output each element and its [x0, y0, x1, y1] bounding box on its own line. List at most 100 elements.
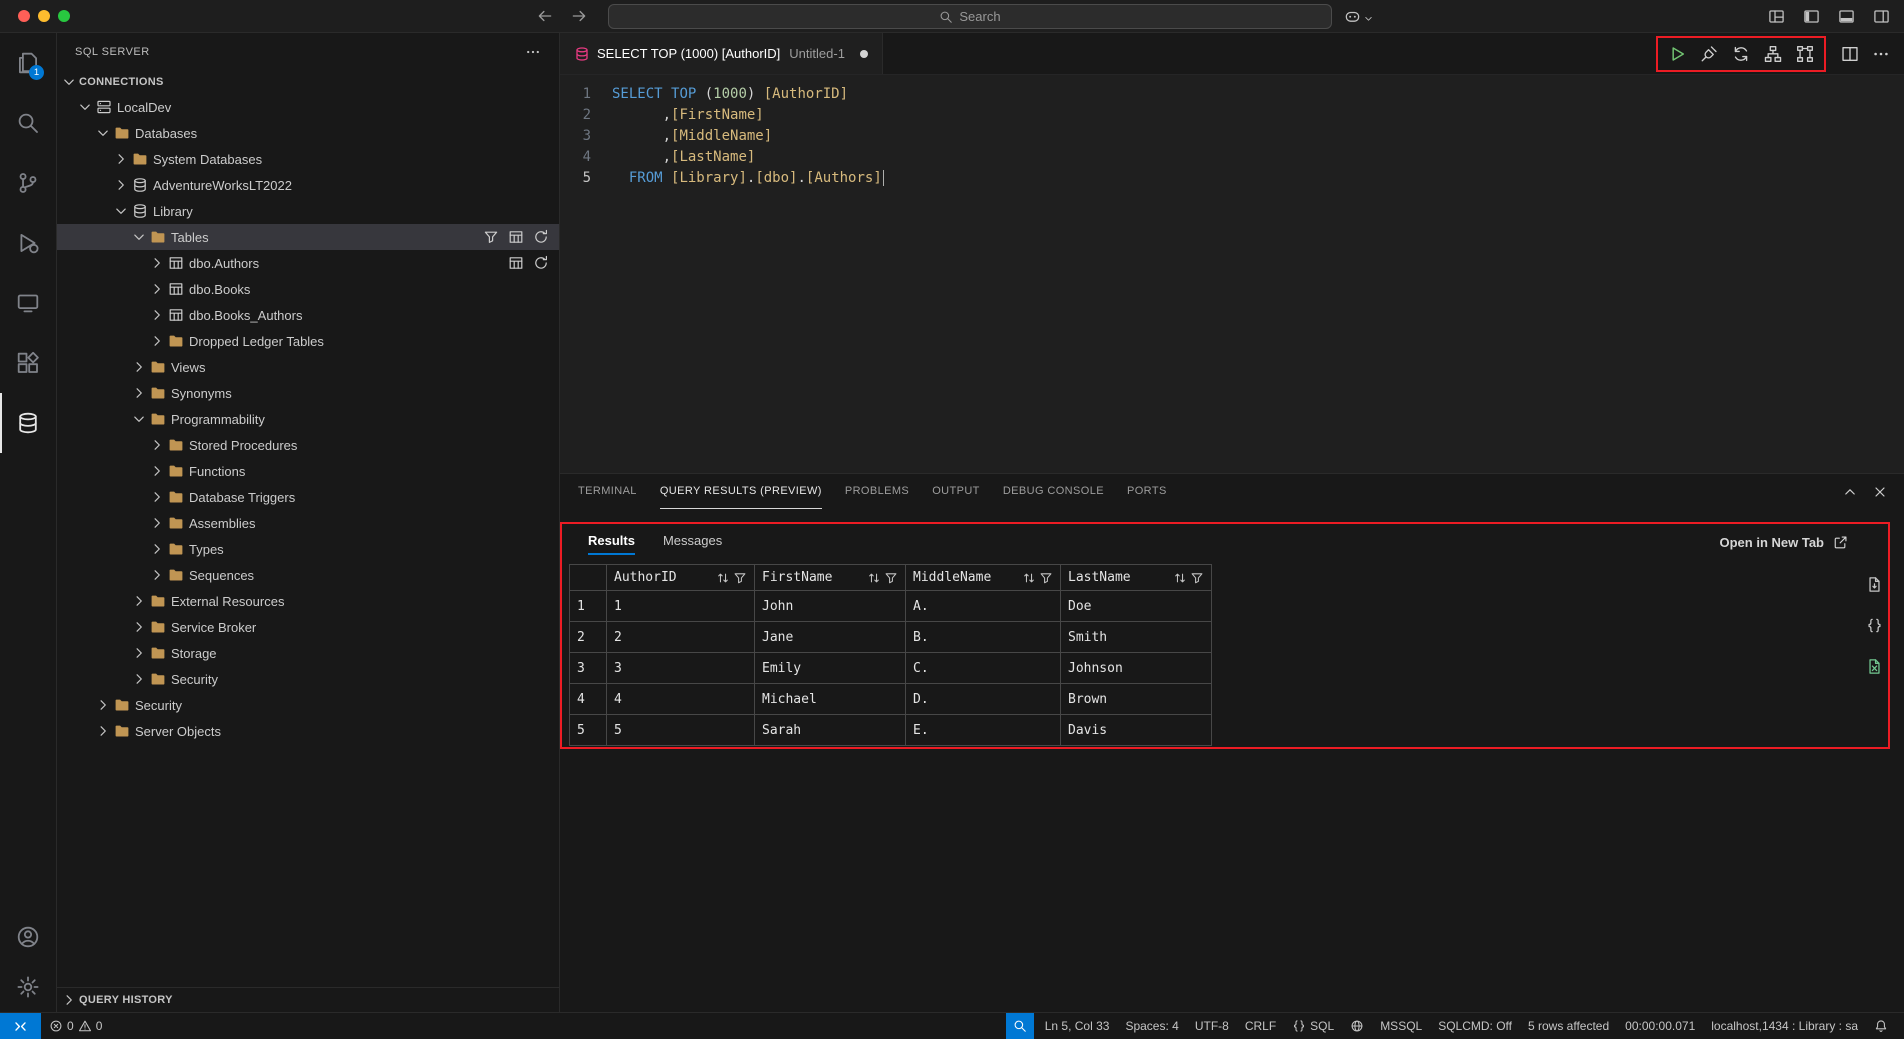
result-row[interactable]: 11JohnA.Doe [570, 591, 1212, 622]
layout-panel-icon[interactable] [1838, 8, 1855, 25]
row-number-cell[interactable]: 4 [570, 684, 607, 715]
activity-remote-explorer[interactable] [0, 273, 56, 333]
chevron-right-icon[interactable] [131, 619, 147, 635]
run-query-button[interactable] [1668, 45, 1686, 63]
tree-item-service-broker[interactable]: Service Broker [57, 614, 559, 640]
save-as-csv-button[interactable] [1866, 576, 1883, 598]
tree-item-databases[interactable]: Databases [57, 120, 559, 146]
tree-item-sequences[interactable]: Sequences [57, 562, 559, 588]
activity-extensions[interactable] [0, 333, 56, 393]
refresh-icon[interactable] [533, 229, 549, 245]
chevron-down-icon[interactable] [131, 411, 147, 427]
panel-tab-debug-console[interactable]: DEBUG CONSOLE [1003, 474, 1104, 509]
chevron-right-icon[interactable] [131, 645, 147, 661]
results-grid[interactable]: AuthorIDFirstNameMiddleNameLastName11Joh… [569, 564, 1212, 746]
filter-icon[interactable] [733, 571, 747, 585]
customize-layout-icon[interactable] [1768, 8, 1785, 25]
chevron-right-icon[interactable] [149, 333, 165, 349]
status-cursor-position[interactable]: Ln 5, Col 33 [1037, 1013, 1118, 1039]
data-cell[interactable]: Johnson [1061, 653, 1212, 684]
tree-item-dbo-authors[interactable]: dbo.Authors [57, 250, 559, 276]
sort-icon[interactable] [1022, 571, 1036, 585]
window-minimize-button[interactable] [38, 10, 50, 22]
tree-item-programmability[interactable]: Programmability [57, 406, 559, 432]
data-cell[interactable]: John [755, 591, 906, 622]
connections-section-header[interactable]: CONNECTIONS [57, 70, 559, 94]
status-connection[interactable]: localhost,1434 : Library : sa [1703, 1013, 1866, 1039]
data-cell[interactable]: Michael [755, 684, 906, 715]
tree-item-database-triggers[interactable]: Database Triggers [57, 484, 559, 510]
tree-item-types[interactable]: Types [57, 536, 559, 562]
tree-item-server-objects[interactable]: Server Objects [57, 718, 559, 744]
layout-sidebar-icon[interactable] [1803, 8, 1820, 25]
data-cell[interactable]: 3 [607, 653, 755, 684]
data-cell[interactable]: Doe [1061, 591, 1212, 622]
activity-run-debug[interactable] [0, 213, 56, 273]
chevron-right-icon[interactable] [113, 177, 129, 193]
code-line-3[interactable]: 3 ,[MiddleName] [560, 126, 1904, 147]
data-cell[interactable]: A. [906, 591, 1061, 622]
table-icon[interactable] [508, 229, 524, 245]
sort-icon[interactable] [716, 571, 730, 585]
row-number-cell[interactable]: 5 [570, 715, 607, 746]
chevron-right-icon[interactable] [149, 515, 165, 531]
split-editor-button[interactable] [1841, 45, 1859, 63]
chevron-up-icon[interactable] [1842, 484, 1858, 500]
filter-icon[interactable] [1039, 571, 1053, 585]
data-cell[interactable]: 4 [607, 684, 755, 715]
status-eol[interactable]: CRLF [1237, 1013, 1284, 1039]
column-header-lastname[interactable]: LastName [1061, 565, 1212, 591]
data-cell[interactable]: Brown [1061, 684, 1212, 715]
chevron-right-icon[interactable] [131, 385, 147, 401]
results-tab-results[interactable]: Results [588, 533, 635, 555]
activity-source-control[interactable] [0, 153, 56, 213]
remote-indicator[interactable] [0, 1013, 41, 1039]
window-close-button[interactable] [18, 10, 30, 22]
code-line-1[interactable]: 1SELECT TOP (1000) [AuthorID] [560, 84, 1904, 105]
column-header-middlename[interactable]: MiddleName [906, 565, 1061, 591]
tree-item-stored-procedures[interactable]: Stored Procedures [57, 432, 559, 458]
filter-icon[interactable] [483, 229, 499, 245]
row-number-cell[interactable]: 3 [570, 653, 607, 684]
more-actions-button[interactable] [1872, 45, 1890, 63]
activity-sql-server[interactable] [0, 393, 56, 453]
data-cell[interactable]: Emily [755, 653, 906, 684]
data-cell[interactable]: 5 [607, 715, 755, 746]
chevron-right-icon[interactable] [95, 723, 111, 739]
activity-explorer[interactable]: 1 [0, 33, 56, 93]
result-row[interactable]: 44MichaelD.Brown [570, 684, 1212, 715]
tree-item-dbo-books[interactable]: dbo.Books [57, 276, 559, 302]
save-as-json-button[interactable] [1866, 617, 1883, 639]
result-row[interactable]: 22JaneB.Smith [570, 622, 1212, 653]
chevron-down-icon[interactable] [131, 229, 147, 245]
status-zoom-indicator[interactable] [1006, 1013, 1034, 1039]
data-cell[interactable]: Smith [1061, 622, 1212, 653]
actual-plan-button[interactable] [1796, 45, 1814, 63]
data-cell[interactable]: C. [906, 653, 1061, 684]
tree-item-security[interactable]: Security [57, 666, 559, 692]
more-actions-icon[interactable] [525, 44, 541, 60]
status-query-time[interactable]: 00:00:00.071 [1617, 1013, 1703, 1039]
modified-indicator[interactable] [860, 50, 868, 58]
forward-icon[interactable] [570, 7, 588, 25]
data-cell[interactable]: E. [906, 715, 1061, 746]
sort-icon[interactable] [1173, 571, 1187, 585]
tree-item-external-resources[interactable]: External Resources [57, 588, 559, 614]
panel-tab-terminal[interactable]: TERMINAL [578, 474, 637, 509]
tree-item-assemblies[interactable]: Assemblies [57, 510, 559, 536]
status-notifications[interactable] [1866, 1013, 1896, 1039]
column-header-authorid[interactable]: AuthorID [607, 565, 755, 591]
table-icon[interactable] [508, 255, 524, 271]
tree-item-synonyms[interactable]: Synonyms [57, 380, 559, 406]
column-header-firstname[interactable]: FirstName [755, 565, 906, 591]
status-indentation[interactable]: Spaces: 4 [1117, 1013, 1186, 1039]
tree-item-tables[interactable]: Tables [57, 224, 559, 250]
connect-button[interactable] [1700, 45, 1718, 63]
chevron-right-icon[interactable] [149, 463, 165, 479]
activity-settings[interactable] [0, 962, 56, 1012]
tree-item-dropped-ledger-tables[interactable]: Dropped Ledger Tables [57, 328, 559, 354]
code-area[interactable]: 1SELECT TOP (1000) [AuthorID]2 ,[FirstNa… [560, 75, 1904, 189]
window-zoom-button[interactable] [58, 10, 70, 22]
row-number-cell[interactable]: 2 [570, 622, 607, 653]
panel-tab-problems[interactable]: PROBLEMS [845, 474, 909, 509]
